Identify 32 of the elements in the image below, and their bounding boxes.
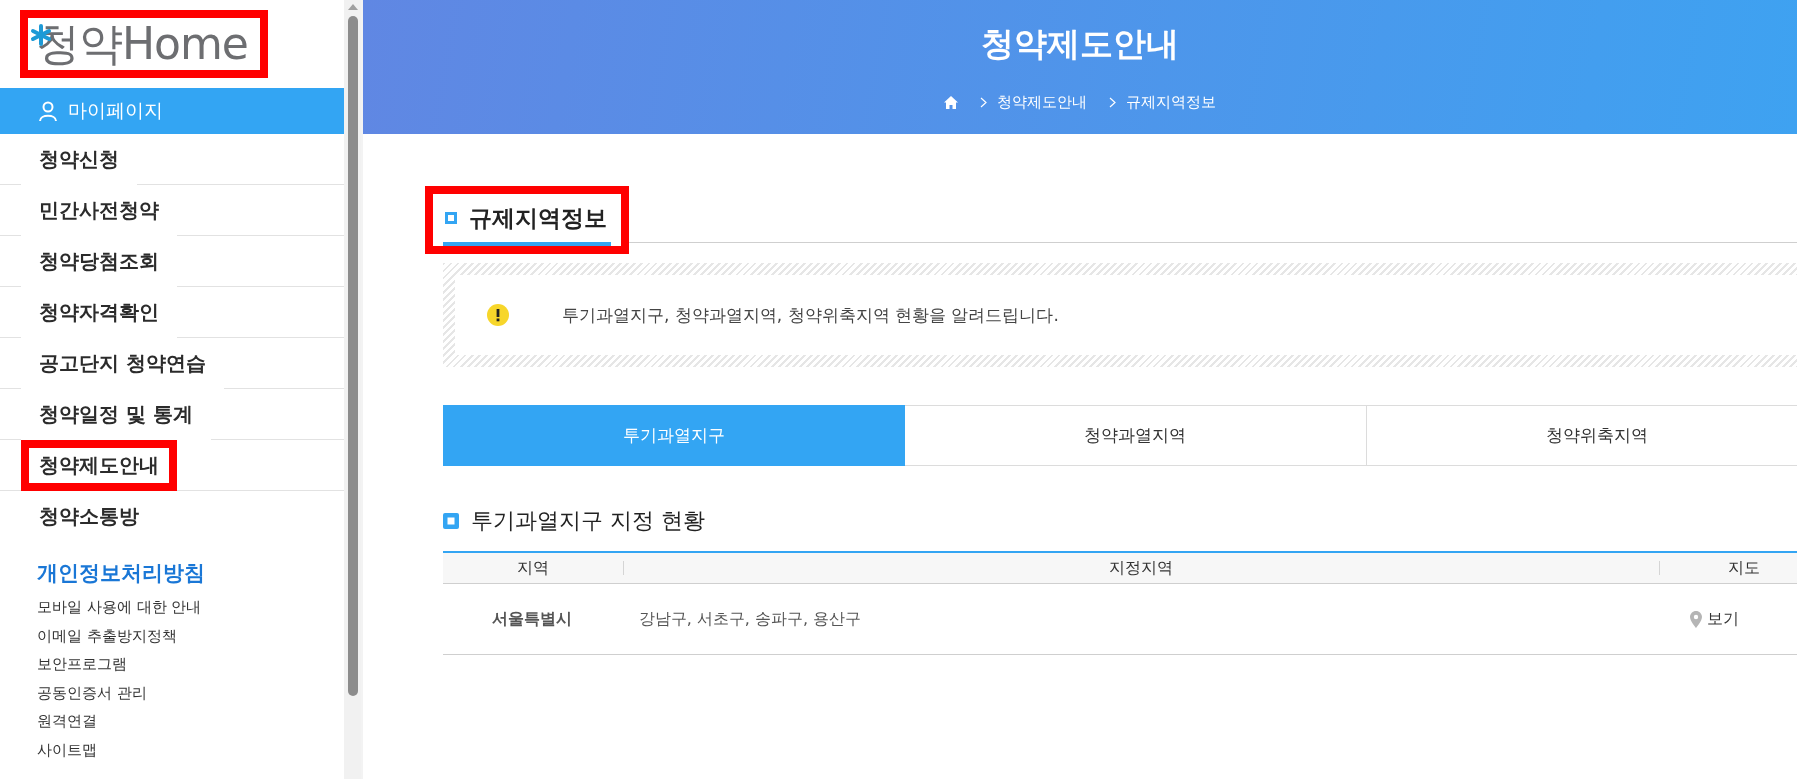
table-cell-text: 서울특별시 <box>490 607 573 630</box>
scrollbar[interactable] <box>344 0 361 779</box>
sidebar-item[interactable]: 청약제도안내 <box>21 439 177 491</box>
pin-icon <box>1690 610 1703 628</box>
tab[interactable]: 청약위축지역 <box>1366 405 1797 466</box>
square-icon <box>443 513 459 529</box>
subsection-title: 투기과열지구 지정 현황 <box>471 507 705 535</box>
footer-link[interactable]: 모바일 사용에 대한 안내 <box>37 593 344 622</box>
chevron-icon <box>980 97 987 108</box>
footer-link[interactable]: 공동인증서 관리 <box>37 678 344 707</box>
footer-link[interactable]: 이메일 추출방지정책 <box>37 621 344 650</box>
footer-link[interactable]: 보안프로그램 <box>37 650 344 679</box>
footer-link[interactable]: 사이트맵 <box>37 735 344 764</box>
column-header: 지역 <box>516 556 550 579</box>
page-title: 청약제도안내 <box>981 23 1179 65</box>
column-header: 지도 <box>1659 553 1797 583</box>
chevron-icon <box>1109 97 1116 108</box>
scroll-up-icon <box>347 4 358 10</box>
scrollbar-thumb[interactable] <box>347 16 358 696</box>
notice-text: 투기과열지구, 청약과열지역, 청약위축지역 현황을 알려드립니다. <box>562 303 1059 327</box>
column-header: 지정지역 <box>623 553 1659 583</box>
tab[interactable]: 청약과열지역 <box>905 405 1367 466</box>
person-icon <box>38 101 58 121</box>
warning-icon <box>487 304 509 326</box>
home-icon <box>944 96 958 109</box>
footer-link[interactable]: 원격연결 <box>37 707 344 736</box>
section-title-text: 규제지역정보 <box>469 203 607 233</box>
table-cell-text: 강남구, 서초구, 송파구, 용산구 <box>637 607 863 630</box>
privacy-policy-link[interactable]: 개인정보처리방침 <box>37 559 344 587</box>
logo[interactable]: 청약Home <box>20 10 268 78</box>
square-icon <box>445 212 457 224</box>
map-link[interactable]: 보기 <box>1690 608 1740 630</box>
